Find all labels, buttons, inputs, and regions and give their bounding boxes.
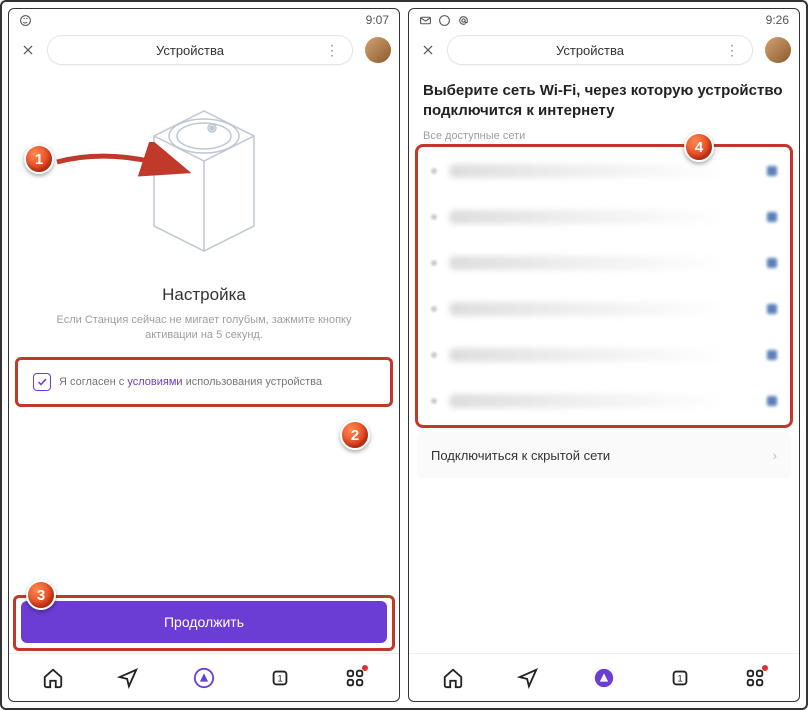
step-marker-3: 3: [26, 580, 56, 610]
clock: 9:26: [766, 13, 789, 27]
wifi-network-item[interactable]: [417, 286, 791, 332]
clock: 9:07: [366, 13, 389, 27]
setup-description: Если Станция сейчас не мигает голубым, з…: [9, 313, 399, 343]
tutorial-canvas: 9:07 Устройства ⋮ Настройка: [0, 0, 808, 710]
lock-icon: [767, 166, 777, 176]
terms-checkbox[interactable]: [33, 373, 51, 391]
alice-icon[interactable]: [592, 666, 616, 690]
lock-icon: [767, 396, 777, 406]
wifi-network-item[interactable]: [417, 240, 791, 286]
notification-dot-icon: [762, 665, 768, 671]
more-menu-icon[interactable]: ⋮: [722, 42, 742, 59]
page-title: Устройства: [58, 43, 322, 58]
tabs-icon[interactable]: 1: [268, 666, 292, 690]
avatar[interactable]: [365, 37, 391, 63]
whatsapp-icon: [19, 14, 32, 27]
phone-right: 9:26 Устройства ⋮ Выберите сеть Wi-Fi, ч…: [408, 8, 800, 702]
terms-agree-row[interactable]: Я согласен с условиями использования уст…: [17, 359, 391, 405]
bottom-nav: 1: [409, 653, 799, 701]
tabs-icon[interactable]: 1: [668, 666, 692, 690]
wifi-network-item[interactable]: [417, 332, 791, 378]
step-marker-2: 2: [340, 420, 370, 450]
services-icon[interactable]: [343, 666, 367, 690]
close-icon[interactable]: [17, 39, 39, 61]
close-icon[interactable]: [417, 39, 439, 61]
mail-icon: [419, 14, 432, 27]
setup-heading: Настройка: [9, 285, 399, 305]
wifi-select-heading: Выберите сеть Wi-Fi, через которую устро…: [409, 71, 799, 126]
lock-icon: [767, 304, 777, 314]
lock-icon: [767, 258, 777, 268]
wifi-network-item[interactable]: [417, 194, 791, 240]
step-marker-1: 1: [24, 144, 54, 174]
header-title-bar: Устройства ⋮: [447, 35, 753, 65]
wifi-network-list: [417, 148, 791, 424]
terms-text: Я согласен с условиями использования уст…: [59, 376, 322, 388]
services-icon[interactable]: [743, 666, 767, 690]
home-icon[interactable]: [41, 666, 65, 690]
app-header: Устройства ⋮: [9, 31, 399, 71]
svg-text:1: 1: [277, 673, 282, 683]
page-title: Устройства: [458, 43, 722, 58]
lock-icon: [767, 350, 777, 360]
wifi-network-item[interactable]: [417, 148, 791, 194]
app-header: Устройства ⋮: [409, 31, 799, 71]
lock-icon: [767, 212, 777, 222]
connect-hidden-network[interactable]: Подключиться к скрытой сети ›: [417, 432, 791, 478]
avatar[interactable]: [765, 37, 791, 63]
chevron-right-icon: ›: [773, 448, 777, 463]
alice-icon[interactable]: [192, 666, 216, 690]
notification-dot-icon: [362, 665, 368, 671]
continue-button[interactable]: Продолжить: [21, 601, 387, 643]
send-icon[interactable]: [516, 666, 540, 690]
svg-text:1: 1: [677, 673, 682, 683]
header-title-bar: Устройства ⋮: [47, 35, 353, 65]
wifi-list-subtitle: Все доступные сети: [409, 126, 799, 148]
terms-link[interactable]: условиями: [127, 376, 182, 388]
send-icon[interactable]: [116, 666, 140, 690]
bottom-nav: 1: [9, 653, 399, 701]
home-icon[interactable]: [441, 666, 465, 690]
phone-left: 9:07 Устройства ⋮ Настройка: [8, 8, 400, 702]
more-menu-icon[interactable]: ⋮: [322, 42, 342, 59]
pointer-arrow-icon: [52, 142, 192, 192]
status-bar: 9:07: [9, 9, 399, 31]
wifi-network-item[interactable]: [417, 378, 791, 424]
at-icon: [457, 14, 470, 27]
step-marker-4: 4: [684, 132, 714, 162]
whatsapp-icon: [438, 14, 451, 27]
status-bar: 9:26: [409, 9, 799, 31]
